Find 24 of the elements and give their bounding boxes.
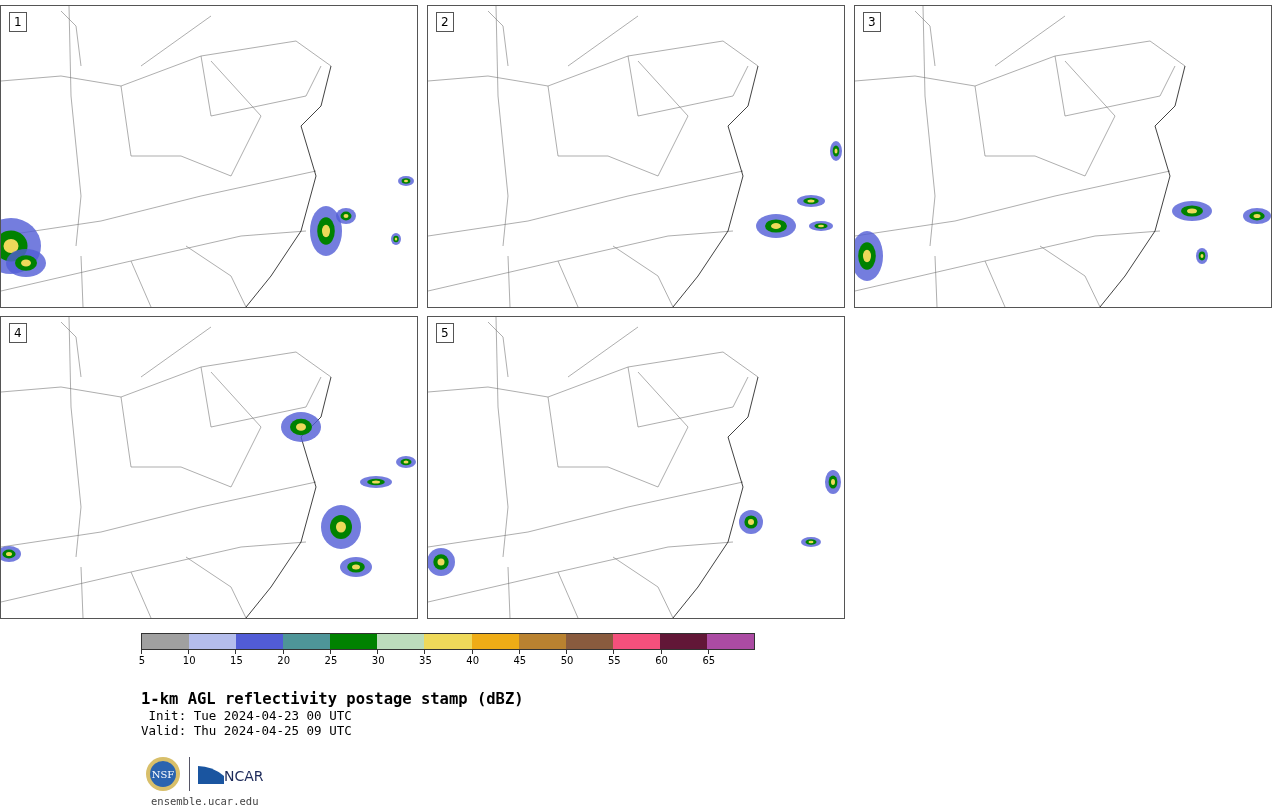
tick-label: 5 bbox=[138, 655, 146, 667]
tick-label: 55 bbox=[608, 655, 621, 667]
panel-number: 4 bbox=[9, 323, 27, 343]
tick-label: 15 bbox=[230, 655, 243, 667]
tick-label: 10 bbox=[182, 655, 196, 667]
panel-number: 3 bbox=[863, 12, 881, 32]
tick-label: 60 bbox=[655, 655, 668, 667]
chart-title: 1-km AGL reflectivity postage stamp (dBZ) bbox=[141, 690, 525, 708]
nsf-logo: NSF bbox=[145, 756, 181, 792]
ncar-logo: NCAR bbox=[198, 764, 264, 784]
tick-label: 25 bbox=[324, 655, 338, 667]
valid-time: Valid: Thu 2024-04-25 09 UTC bbox=[141, 723, 353, 738]
tick-label: 45 bbox=[513, 655, 527, 667]
panel-number: 2 bbox=[436, 12, 454, 32]
tick-label: 30 bbox=[371, 655, 385, 667]
tick-label: 40 bbox=[466, 655, 479, 667]
tick-label: 20 bbox=[277, 655, 291, 667]
panel-number: 1 bbox=[9, 12, 27, 32]
init-time: Init: Tue 2024-04-23 00 UTC bbox=[147, 708, 353, 723]
panel-number: 5 bbox=[436, 323, 454, 343]
website-url: ensemble.ucar.edu bbox=[151, 795, 260, 807]
tick-label: 65 bbox=[702, 655, 716, 667]
tick-label: 35 bbox=[419, 655, 432, 667]
tick-label: 50 bbox=[560, 655, 574, 667]
